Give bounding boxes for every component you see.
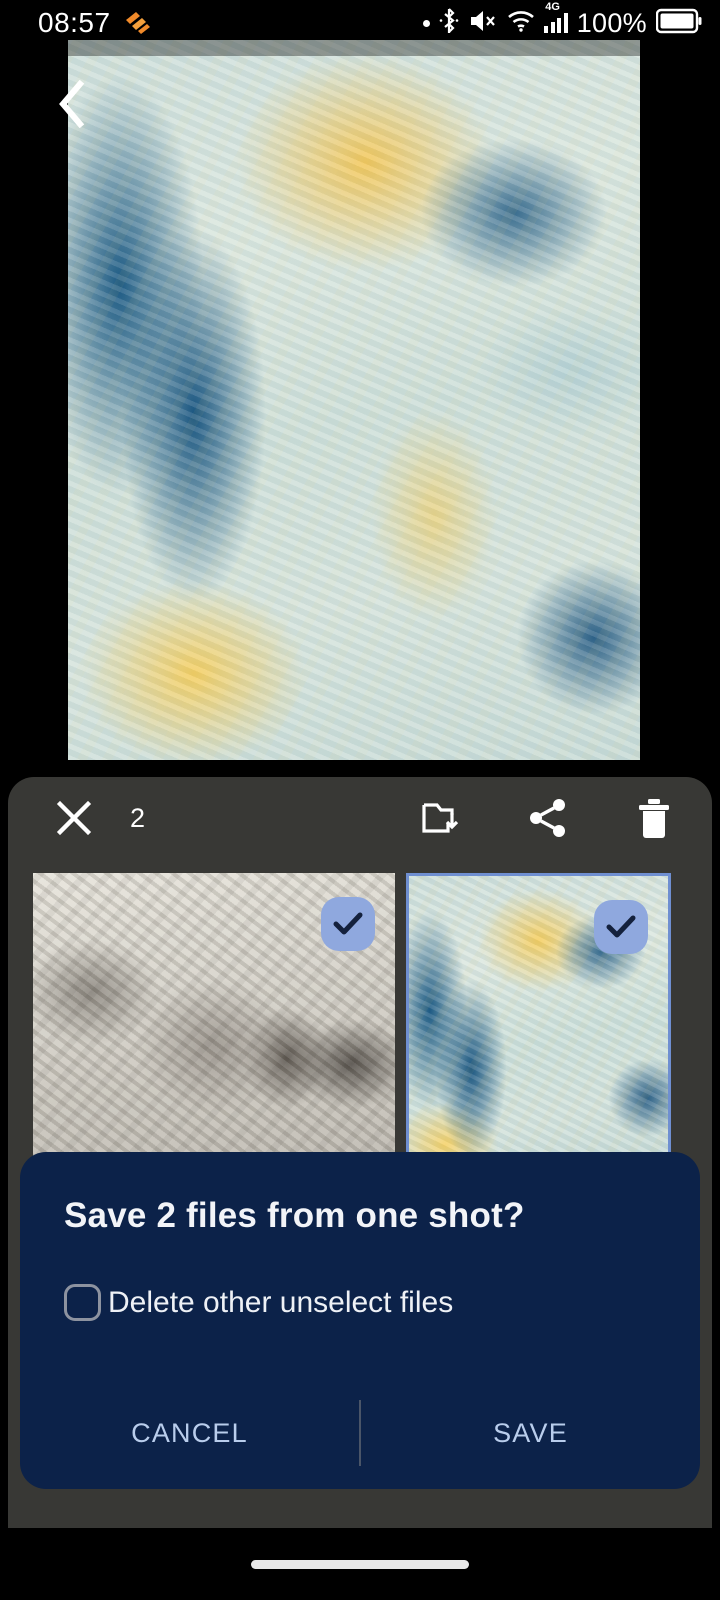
delete-trash-icon[interactable] xyxy=(632,796,676,840)
volume-mute-icon xyxy=(468,8,498,39)
battery-percent-label: 100% xyxy=(576,7,647,38)
system-navigation-bar xyxy=(0,1528,720,1600)
thumbnail-grid xyxy=(33,873,693,1171)
delete-unselected-label: Delete other unselect files xyxy=(108,1285,454,1319)
battery-icon xyxy=(655,8,702,39)
share-icon[interactable] xyxy=(526,796,570,840)
main-photo-image xyxy=(68,40,640,760)
cancel-button[interactable]: CANCEL xyxy=(20,1418,359,1449)
home-indicator-pill[interactable] xyxy=(251,1559,469,1569)
move-to-folder-icon[interactable] xyxy=(420,796,464,840)
phone-screen: 08:57 4G 100% 2 Save 2 files from one sh… xyxy=(0,0,720,1600)
thumbnail-item-0[interactable] xyxy=(33,873,395,1171)
selected-count-label: 2 xyxy=(130,802,146,833)
bluetooth-icon xyxy=(439,7,459,40)
status-time: 08:57 xyxy=(38,7,111,38)
back-chevron-icon[interactable] xyxy=(46,78,98,130)
selection-toolbar: 2 xyxy=(8,777,712,859)
sheet-background-fill xyxy=(8,1489,712,1528)
wifi-icon xyxy=(507,9,535,38)
status-bar: 08:57 4G 100% xyxy=(0,0,720,46)
thumbnail-item-1[interactable] xyxy=(406,873,671,1171)
save-button[interactable]: SAVE xyxy=(361,1418,700,1449)
cellular-signal-icon: 4G xyxy=(544,1,568,33)
status-icons: 4G 100% xyxy=(423,1,702,40)
photo-viewer[interactable] xyxy=(68,40,640,760)
thumbnail-selected-check-icon[interactable] xyxy=(594,900,648,954)
notification-dot-icon xyxy=(423,19,431,27)
close-x-icon[interactable] xyxy=(52,796,96,840)
delete-unselected-row[interactable]: Delete other unselect files xyxy=(64,1284,656,1321)
dialog-actions: CANCEL SAVE xyxy=(20,1377,700,1489)
delete-unselected-checkbox[interactable] xyxy=(64,1284,101,1321)
heart-swoosh-icon xyxy=(123,10,153,36)
thumbnail-selected-check-icon[interactable] xyxy=(321,897,375,951)
dialog-title: Save 2 files from one shot? xyxy=(64,1196,525,1235)
save-confirmation-dialog: Save 2 files from one shot? Delete other… xyxy=(20,1152,700,1489)
